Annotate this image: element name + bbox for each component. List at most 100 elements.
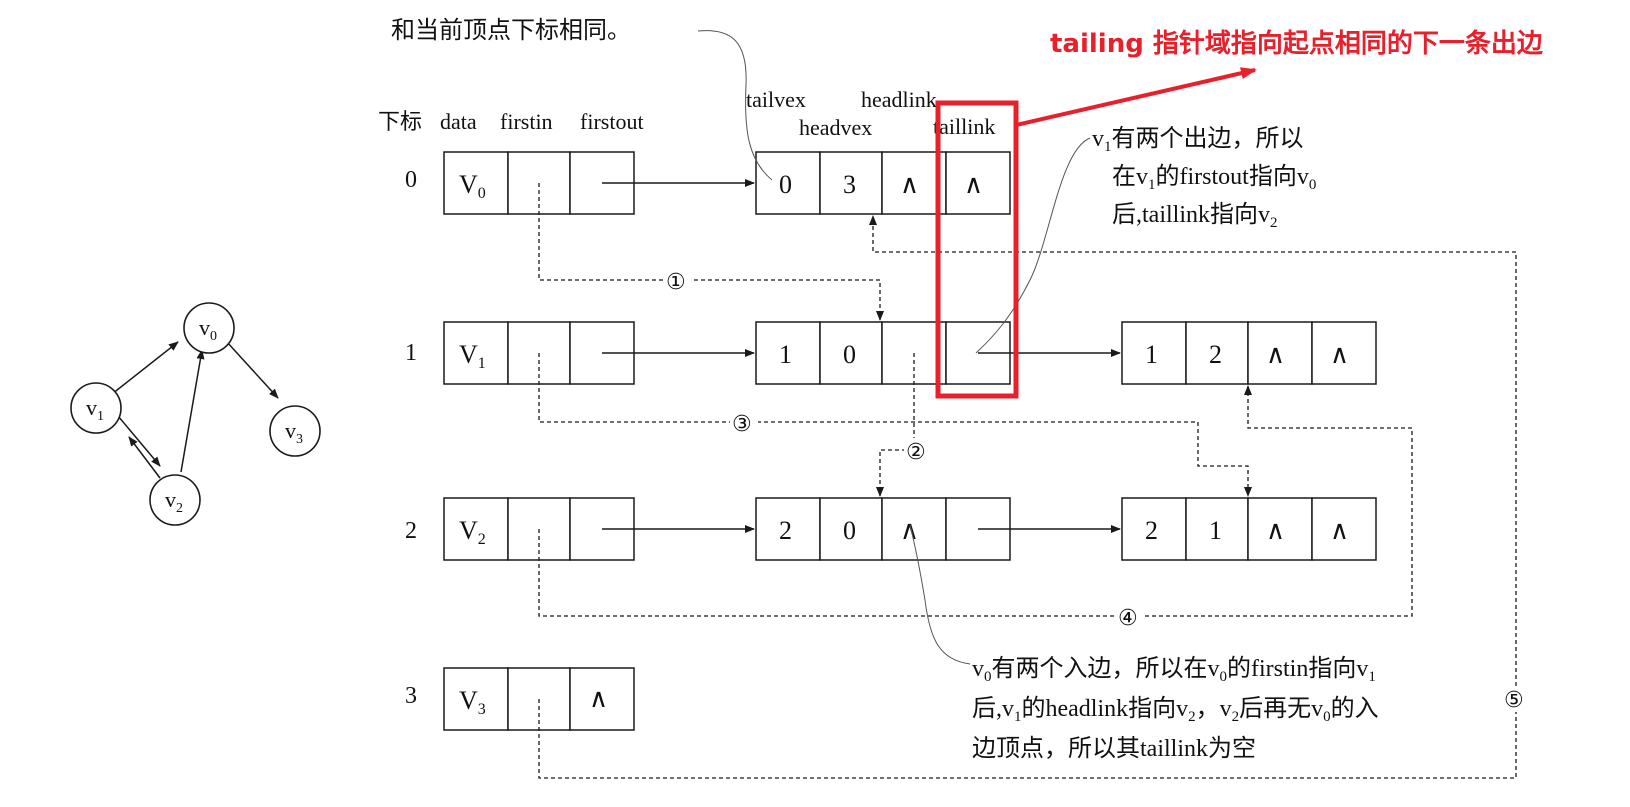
- headlink-null: ∧: [1266, 516, 1285, 545]
- note-text: 后再无v: [1239, 695, 1323, 722]
- note-text: 有两个入边，所以在v: [992, 655, 1220, 682]
- note-text: 后,taillink指向v: [1112, 201, 1270, 228]
- note-text: 的firstout指向v: [1156, 163, 1309, 190]
- edge-nodes: 0 3 ∧ ∧ 1 0 1 2 ∧ ∧ 2 0 ∧ 2 1 ∧ ∧: [755, 151, 1377, 561]
- note-text: ，v: [1196, 696, 1232, 722]
- note-sub: 2: [1188, 709, 1196, 725]
- graph-drawing: v0 v1 v2 v3: [70, 302, 321, 526]
- graph-node-label: v: [165, 487, 176, 512]
- header-tailvex: tailvex: [746, 87, 806, 112]
- graph-node-v2: v2: [149, 474, 201, 526]
- headvex-value: 2: [1209, 340, 1222, 369]
- svg-text:后,v1的headlink指向v2，v2后再无v0的入: 后,v1的headlink指向v2，v2后再无v0的入: [972, 695, 1379, 725]
- firstout-null: ∧: [589, 684, 608, 713]
- vertex-sub: 0: [478, 185, 486, 202]
- header-headlink: headlink: [861, 87, 937, 112]
- note-sub: 1: [1104, 139, 1112, 155]
- note-sub: 2: [1270, 215, 1278, 231]
- headvex-value: 3: [843, 170, 856, 199]
- graph-node-v3: v3: [269, 405, 321, 457]
- graph-node-label: v: [86, 395, 97, 420]
- note-text: 的headlink指向v: [1022, 695, 1189, 722]
- note-sub: 0: [1220, 669, 1228, 685]
- header-headvex: headvex: [799, 115, 872, 140]
- graph-node-v1: v1: [70, 382, 122, 434]
- edge-node-2-0: 2 0 ∧: [755, 497, 1011, 561]
- red-note: tailing 指针域指向起点相同的下一条出边: [1050, 28, 1544, 59]
- tailvex-value: 2: [779, 516, 792, 545]
- tailvex-value: 0: [779, 170, 792, 199]
- tailvex-value: 1: [1145, 340, 1158, 369]
- headlink-null: ∧: [900, 170, 919, 199]
- note-text: 边顶点，所以其taillink为空: [972, 735, 1256, 762]
- header-firstout: firstout: [580, 109, 644, 134]
- headlink-null: ∧: [1266, 340, 1285, 369]
- vertex-data: V: [459, 170, 478, 199]
- headlink-null: ∧: [900, 516, 919, 545]
- row-index: 2: [405, 518, 417, 544]
- note-sub: 2: [1232, 709, 1240, 725]
- svg-text:后,taillink指向v2: 后,taillink指向v2: [1112, 201, 1278, 231]
- marker-1: ①: [666, 270, 686, 295]
- svg-text:在v1的firstout指向v0: 在v1的firstout指向v0: [1112, 163, 1316, 193]
- vertex-sub: 3: [478, 701, 486, 718]
- note-sub: 1: [1014, 709, 1022, 725]
- edge-v2-v1: [128, 436, 161, 479]
- note-sub: 1: [1368, 669, 1376, 685]
- note-sub: 0: [984, 669, 992, 685]
- column-headers: 下标 data firstin firstout tailvex headvex…: [378, 87, 995, 140]
- edge-v0-v3: [225, 340, 279, 399]
- note-sub: 0: [1323, 709, 1331, 725]
- vertex-data: V: [459, 516, 478, 545]
- graph-node-sub: 2: [176, 501, 183, 516]
- vertex-sub: 1: [478, 355, 486, 372]
- v0-note: v0有两个入边，所以在v0的firstin指向v1 后,v1的headlink指…: [972, 655, 1379, 762]
- taillink-null: ∧: [1330, 516, 1349, 545]
- graph-node-sub: 0: [210, 329, 217, 344]
- edge-v1-v2: [112, 409, 161, 467]
- svg-text:v1有两个出边，所以: v1有两个出边，所以: [1092, 125, 1304, 155]
- tailvex-value: 1: [779, 340, 792, 369]
- vertex-sub: 2: [478, 531, 486, 548]
- row-index: 3: [405, 683, 417, 709]
- orthogonal-list-diagram: v0 v1 v2 v3 下标 data firstin firstout tai…: [70, 17, 1544, 779]
- edge-node-0-3: 0 3 ∧ ∧: [755, 151, 1011, 215]
- v1-note: v1有两个出边，所以 在v1的firstout指向v0 后,taillink指向…: [1092, 125, 1316, 231]
- marker-3: ③: [732, 412, 752, 437]
- taillink-null: ∧: [964, 170, 983, 199]
- note-text: 在v: [1112, 163, 1148, 190]
- edge-node-1-0: 1 0: [755, 321, 1011, 385]
- marker-2: ②: [906, 440, 926, 465]
- note-text: 有两个出边，所以: [1112, 125, 1304, 152]
- marker-4: ④: [1118, 606, 1138, 631]
- graph-node-label: v: [199, 315, 210, 340]
- annotation-top-left: 和当前顶点下标相同。: [391, 17, 631, 44]
- header-data: data: [440, 109, 477, 134]
- note-sub: 0: [1309, 177, 1317, 193]
- tailvex-value: 2: [1145, 516, 1158, 545]
- row-index: 0: [405, 167, 417, 193]
- marker-5: ⑤: [1504, 688, 1524, 713]
- header-taillink: taillink: [933, 114, 995, 139]
- graph-node-sub: 1: [97, 409, 104, 424]
- note-sub: 1: [1148, 177, 1156, 193]
- taillink-null: ∧: [1330, 340, 1349, 369]
- row-indices: 0 1 2 3: [405, 167, 417, 709]
- graph-node-v0: v0: [183, 302, 235, 354]
- headvex-value: 0: [843, 340, 856, 369]
- vertex-data: V: [459, 686, 478, 715]
- vertex-table: V0 V1 V2 V3 ∧: [443, 151, 635, 731]
- edge-node-1-2: 1 2 ∧ ∧: [1121, 321, 1377, 385]
- note-text: v: [1092, 126, 1104, 152]
- edge-v1-v0: [111, 341, 179, 395]
- headvex-value: 0: [843, 516, 856, 545]
- svg-text:v0有两个入边，所以在v0的firstin指向v1: v0有两个入边，所以在v0的firstin指向v1: [972, 655, 1376, 685]
- header-index: 下标: [378, 109, 422, 134]
- note-text: 的firstin指向v: [1227, 655, 1368, 682]
- graph-node-label: v: [285, 418, 296, 443]
- note-text: v: [972, 656, 984, 682]
- note-text: 的入: [1331, 695, 1379, 722]
- edge-node-2-1: 2 1 ∧ ∧: [1121, 497, 1377, 561]
- note-text: 后,v: [972, 695, 1014, 722]
- row-index: 1: [405, 340, 417, 366]
